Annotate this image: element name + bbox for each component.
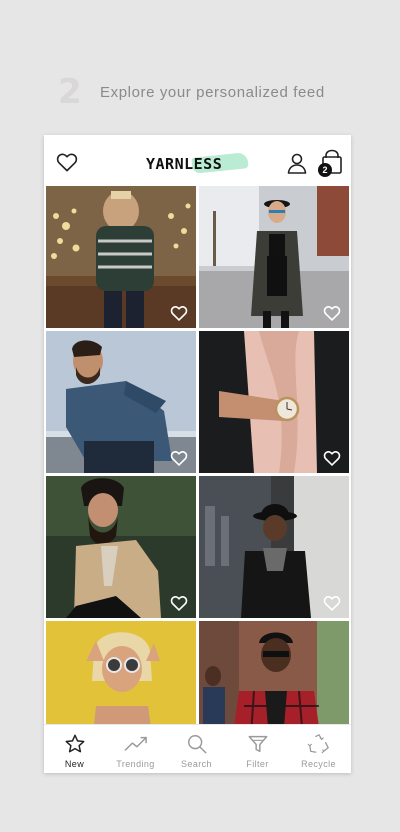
profile-icon[interactable] — [286, 152, 308, 174]
tab-label: Recycle — [301, 759, 336, 769]
like-heart-icon[interactable] — [323, 450, 341, 466]
recycle-icon — [307, 733, 329, 754]
feed-photo[interactable] — [46, 186, 196, 328]
tab-recycle[interactable]: Recycle — [288, 725, 349, 773]
logo-wordmark: YARNLESS — [146, 155, 223, 173]
trending-icon — [123, 736, 147, 751]
like-heart-icon[interactable] — [323, 305, 341, 321]
bottom-tab-bar: New Trending Search Filter Recycle — [44, 724, 351, 773]
search-icon — [187, 735, 207, 754]
like-heart-icon[interactable] — [170, 595, 188, 611]
feed-photo[interactable] — [46, 331, 196, 473]
photo-feed-grid[interactable] — [44, 186, 351, 724]
like-heart-icon[interactable] — [323, 595, 341, 611]
feed-photo[interactable] — [199, 331, 349, 473]
like-heart-icon[interactable] — [170, 450, 188, 466]
tab-label: Trending — [116, 759, 155, 769]
tab-label: Search — [181, 759, 212, 769]
filter-icon — [248, 735, 267, 753]
feed-photo[interactable] — [46, 476, 196, 618]
app-header: YARNLESS 2 — [44, 135, 351, 186]
feed-photo[interactable] — [199, 186, 349, 328]
like-heart-icon[interactable] — [170, 305, 188, 321]
tab-filter[interactable]: Filter — [227, 725, 288, 773]
feed-photo[interactable] — [199, 621, 349, 724]
tab-search[interactable]: Search — [166, 725, 227, 773]
tab-label: New — [64, 759, 85, 769]
tab-new[interactable]: New — [44, 725, 105, 773]
tab-trending[interactable]: Trending — [105, 725, 166, 773]
wishlist-heart-icon[interactable] — [56, 152, 78, 172]
photo-woman-yellow-background — [46, 621, 196, 724]
feed-photo[interactable] — [199, 476, 349, 618]
step-caption: Explore your personalized feed — [100, 83, 325, 101]
star-icon — [65, 734, 84, 753]
cart-count-badge: 2 — [318, 163, 332, 177]
step-number: 2 — [58, 72, 82, 112]
onboarding-step: 2 Explore your personalized feed — [58, 72, 325, 112]
feed-photo[interactable] — [46, 621, 196, 724]
photo-man-plaid-shirt — [199, 621, 349, 724]
phone-screen: YARNLESS 2 New Trending Search Filter Re… — [44, 135, 351, 773]
app-logo[interactable]: YARNLESS — [146, 149, 250, 175]
tab-label: Filter — [246, 759, 269, 769]
